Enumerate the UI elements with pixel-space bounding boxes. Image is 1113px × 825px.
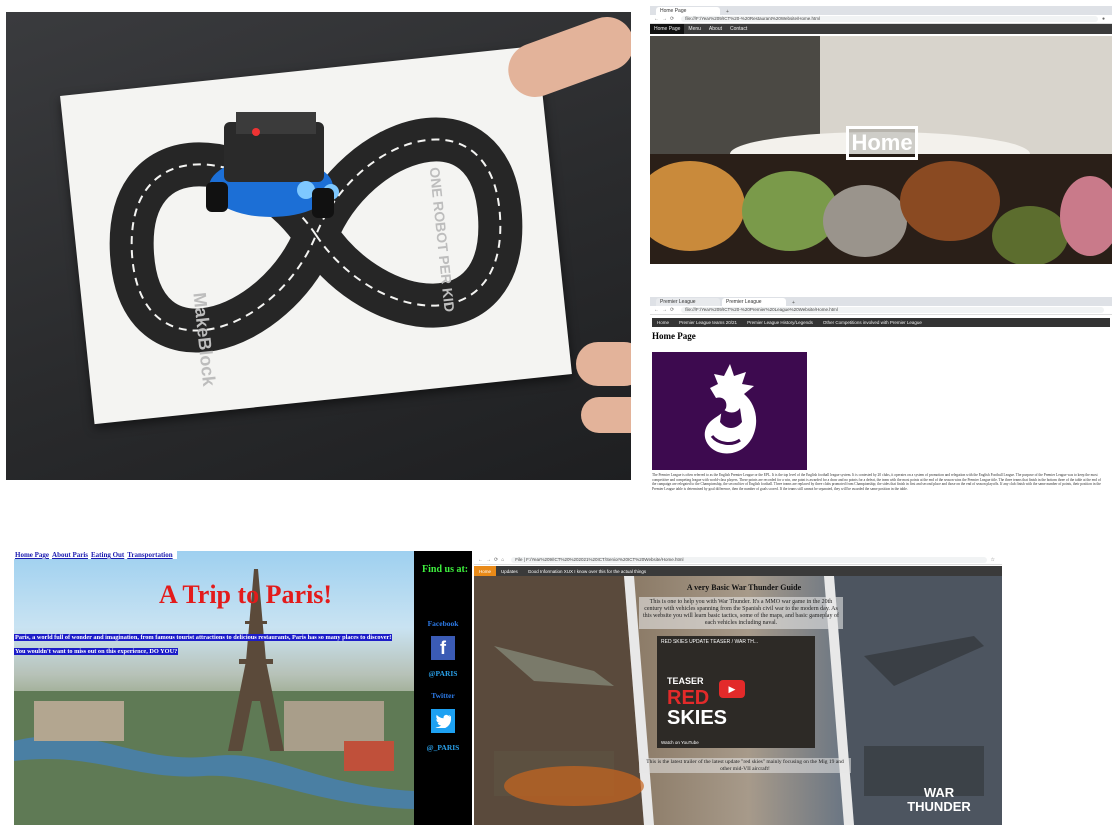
tagline-2: You wouldn't want to miss out on this ex…	[14, 648, 179, 655]
nav-teams[interactable]: Premier League teams 20/21	[674, 318, 742, 327]
war-thunder-background: A very Basic War Thunder Guide This is o…	[474, 576, 1002, 825]
page-heading: Home Page	[652, 331, 696, 341]
new-tab-icon[interactable]: +	[722, 9, 733, 15]
reload-icon[interactable]: ⟳	[670, 16, 674, 22]
intro-paragraph: The Premier League is often referred to …	[652, 473, 1101, 491]
facebook-label: Facebook	[427, 619, 459, 628]
nav-updates[interactable]: Updates	[496, 566, 523, 576]
video-skies-text: SKIES	[667, 707, 728, 729]
video-caption: This is the latest trailer of the latest…	[639, 758, 851, 773]
site-nav: Home Page Menu About Contact	[650, 24, 1112, 34]
robot-photo: MakeBlock ONE ROBOT PER KID	[6, 12, 631, 480]
address-bar-row: ← → ⟳ file:///F:/Year%209/ICT%20-%20Prem…	[650, 306, 1112, 315]
facebook-icon[interactable]: f	[431, 636, 455, 660]
facebook-handle[interactable]: @PARIS	[414, 669, 472, 678]
restaurant-browser-window: Home Page + ← → ⟳ file:///F:/Year%209/IC…	[650, 6, 1112, 264]
war-thunder-browser-window: ← → ⟳ ⌂ File | F:/Year%209/ICT%20%202021…	[472, 551, 1113, 825]
hand-right-bottom	[581, 397, 631, 433]
star-icon[interactable]: ☆	[991, 557, 995, 563]
premier-league-browser-window: Premier League Premier League + ← → ⟳ fi…	[650, 297, 1112, 512]
youtube-embed[interactable]: RED SKIES UPDATE TEASER / WAR TH... TEAS…	[657, 636, 815, 748]
address-bar-row: ← → ⟳ file:///F:/Year%209/ICT%20-%20Rest…	[650, 15, 1112, 24]
nav-about[interactable]: About	[705, 24, 726, 34]
twitter-icon[interactable]	[431, 709, 455, 733]
url-field[interactable]: file:///F:/Year%209/ICT%20-%20Restaurant…	[681, 16, 1098, 22]
site-nav: Home Updates Good Information XUX I know…	[474, 566, 1002, 576]
video-title: RED SKIES UPDATE TEASER / WAR TH...	[661, 639, 759, 645]
nav-home[interactable]: Home	[474, 566, 497, 576]
page-title: A Trip to Paris!	[159, 580, 333, 609]
nav-about-paris[interactable]: About Paris	[52, 551, 88, 559]
nav-other-competitions[interactable]: Other Competitions involved with Premier…	[818, 318, 927, 327]
nav-eating-out[interactable]: Eating Out	[91, 551, 124, 559]
nav-transportation[interactable]: Transportation	[127, 551, 172, 559]
video-red-text: RED	[667, 687, 710, 709]
lion-icon	[704, 364, 757, 454]
paris-website: Home Page About Paris Eating Out Transporta…	[14, 551, 472, 825]
nav-home-page[interactable]: Home Page	[650, 24, 685, 34]
guide-title: A very Basic War Thunder Guide	[686, 583, 802, 592]
site-nav: Home Page About Paris Eating Out Transporta…	[14, 551, 177, 559]
new-tab-icon[interactable]: +	[788, 300, 799, 306]
home-icon[interactable]: ⌂	[501, 557, 504, 563]
tab-title: Premier League	[660, 299, 696, 305]
find-us-heading: Find us at:	[422, 564, 469, 575]
forward-icon[interactable]: →	[662, 307, 667, 313]
guide-intro: This is one to help you with War Thunder…	[639, 597, 843, 629]
watch-on-youtube[interactable]: Watch on YouTube	[661, 740, 699, 745]
url-field[interactable]: file:///F:/Year%209/ICT%20-%20Premier%20…	[681, 307, 1104, 313]
tagline-1: Paris, a world full of wonder and imagin…	[14, 634, 393, 641]
twitter-handle[interactable]: @_PARIS	[414, 743, 472, 752]
browser-tab-1[interactable]: Premier League	[656, 298, 720, 306]
nav-home[interactable]: Home	[652, 318, 674, 327]
address-bar-row: ← → ⟳ ⌂ File | F:/Year%209/ICT%20%202021…	[474, 555, 1002, 565]
nav-history[interactable]: Premier League History/Legends	[742, 318, 818, 327]
hand-right-lower	[576, 342, 631, 386]
back-icon[interactable]: ←	[654, 16, 659, 22]
reload-icon[interactable]: ⟳	[494, 557, 498, 563]
url-field[interactable]: File | F:/Year%209/ICT%20%202021%20ICT/S…	[511, 556, 987, 563]
war-thunder-logo: WAR THUNDER	[907, 785, 971, 814]
nav-menu[interactable]: Menu	[684, 24, 705, 34]
forward-icon[interactable]: →	[662, 16, 667, 22]
hand-top-right	[500, 12, 631, 105]
back-icon[interactable]: ←	[478, 557, 483, 563]
back-icon[interactable]: ←	[654, 307, 659, 313]
tab-strip: Home Page +	[650, 6, 1112, 15]
tab-title: Home Page	[660, 8, 687, 14]
play-icon[interactable]: ▶	[719, 680, 745, 698]
profile-icon[interactable]: ●	[1102, 16, 1105, 22]
nav-home-page[interactable]: Home Page	[15, 551, 49, 559]
twitter-label: Twitter	[431, 691, 455, 700]
tab-title: Premier League	[726, 299, 762, 305]
browser-tab[interactable]: Home Page	[656, 7, 720, 15]
browser-tab-2[interactable]: Premier League	[722, 298, 786, 306]
premier-league-logo	[652, 352, 807, 470]
tab-strip: Premier League Premier League +	[650, 297, 1112, 306]
nav-contact[interactable]: Contact	[726, 24, 751, 34]
forward-icon[interactable]: →	[486, 557, 491, 563]
site-nav: Home Premier League teams 20/21 Premier …	[652, 318, 1110, 327]
restaurant-hero-image: Home	[650, 36, 1112, 264]
social-sidebar: Find us at: Facebook f @PARIS Twitter @_…	[414, 551, 472, 825]
video-teaser-text: TEASER	[667, 676, 704, 686]
mbot-robot	[206, 112, 339, 218]
reload-icon[interactable]: ⟳	[670, 307, 674, 313]
nav-good-information[interactable]: Good Information XUX I know over this fo…	[523, 566, 651, 576]
hero-title: Home	[846, 126, 918, 160]
